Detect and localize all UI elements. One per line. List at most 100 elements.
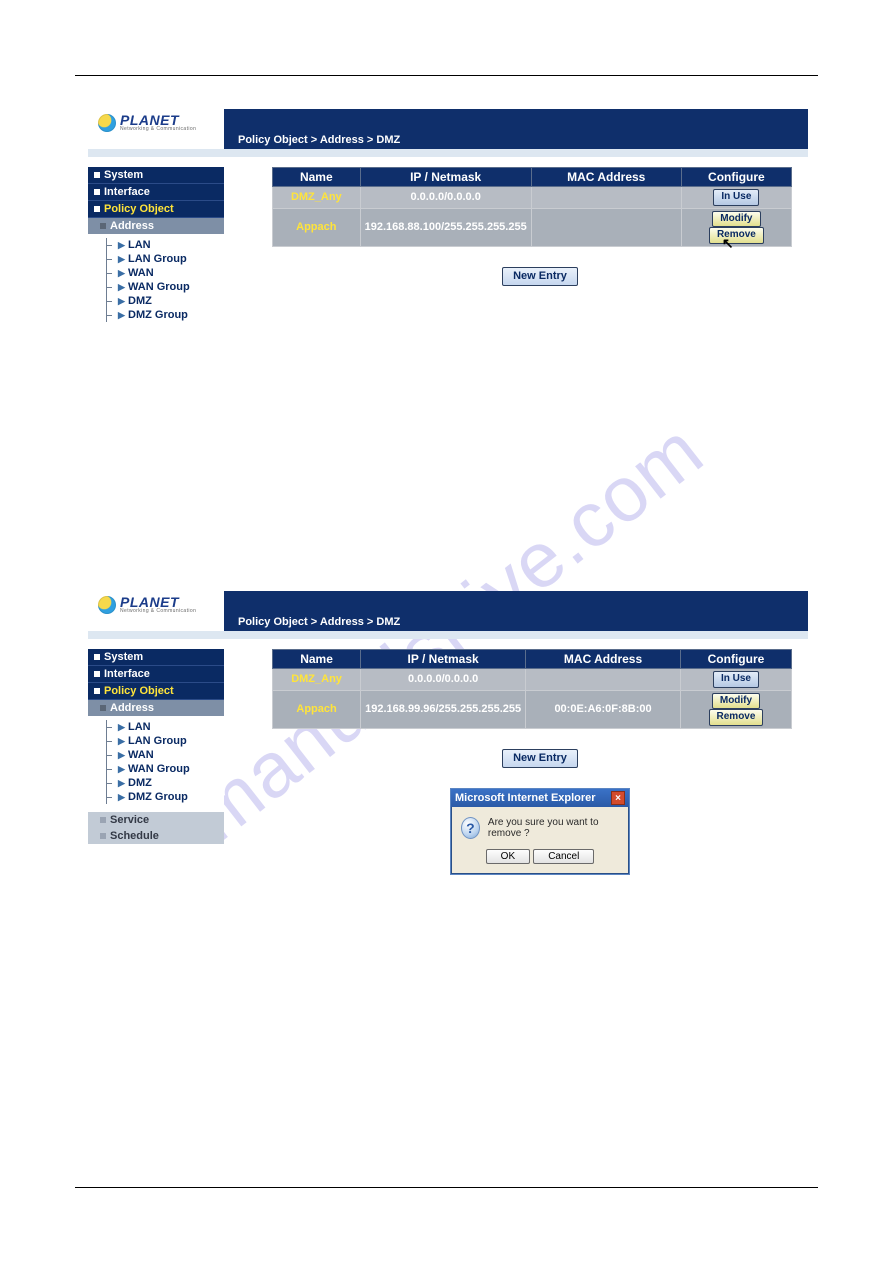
tree-lan-group[interactable]: ▶LAN Group <box>88 734 224 748</box>
breadcrumb: Policy Object > Address > DMZ <box>238 616 400 628</box>
cell-configure: In Use <box>680 669 791 691</box>
close-icon[interactable]: × <box>611 791 625 805</box>
cell-ip: 192.168.99.96/255.255.255.255 <box>361 690 526 728</box>
cancel-button[interactable]: Cancel <box>533 849 594 864</box>
nav-label: Service <box>110 814 149 826</box>
nav-tree: ▶LAN ▶LAN Group ▶WAN ▶WAN Group ▶DMZ ▶DM… <box>88 234 224 330</box>
nav-interface[interactable]: Interface <box>88 184 224 201</box>
sidebar: System Interface Policy Object Address ▶… <box>88 157 224 330</box>
app-header: PLANET Networking & Communication Policy… <box>88 591 808 631</box>
cell-configure: Modify Remove <box>680 690 791 728</box>
header-strip <box>88 149 808 157</box>
tree-dmz[interactable]: ▶DMZ <box>88 294 224 308</box>
screenshot-panel-1: PLANET Networking & Communication Policy… <box>88 109 808 330</box>
new-entry-button[interactable]: New Entry <box>502 267 578 287</box>
remove-button[interactable]: Remove <box>709 227 764 244</box>
nav-address[interactable]: Address <box>88 218 224 234</box>
main-content: Name IP / Netmask MAC Address Configure … <box>224 639 808 875</box>
cell-configure: In Use <box>681 187 791 209</box>
col-name-header: Name <box>273 168 361 187</box>
tree-label: LAN <box>128 239 151 251</box>
in-use-button[interactable]: In Use <box>713 671 759 688</box>
tree-lan-group[interactable]: ▶LAN Group <box>88 252 224 266</box>
cell-configure: Modify Remove ↖ <box>681 208 791 246</box>
tree-wan[interactable]: ▶WAN <box>88 266 224 280</box>
ok-button[interactable]: OK <box>486 849 530 864</box>
table-row: DMZ_Any 0.0.0.0/0.0.0.0 In Use <box>273 187 792 209</box>
cell-mac <box>531 187 681 209</box>
cell-ip: 0.0.0.0/0.0.0.0 <box>360 187 531 209</box>
nav-label: System <box>104 651 143 663</box>
nav-system[interactable]: System <box>88 167 224 184</box>
screenshot-panel-2: PLANET Networking & Communication Policy… <box>88 591 808 875</box>
tree-wan-group[interactable]: ▶WAN Group <box>88 280 224 294</box>
tree-label: DMZ Group <box>128 791 188 803</box>
breadcrumb: Policy Object > Address > DMZ <box>238 134 400 146</box>
globe-icon <box>98 596 116 614</box>
nav-interface[interactable]: Interface <box>88 666 224 683</box>
confirm-dialog: Microsoft Internet Explorer × ? Are you … <box>450 788 630 875</box>
address-table: Name IP / Netmask MAC Address Configure … <box>272 649 792 729</box>
globe-icon <box>98 114 116 132</box>
modify-button[interactable]: Modify <box>712 693 760 710</box>
cell-ip: 192.168.88.100/255.255.255.255 <box>360 208 531 246</box>
cell-name: DMZ_Any <box>273 187 361 209</box>
col-configure-header: Configure <box>681 168 791 187</box>
cell-name: DMZ_Any <box>273 669 361 691</box>
nav-policy-object[interactable]: Policy Object <box>88 201 224 218</box>
cell-ip: 0.0.0.0/0.0.0.0 <box>361 669 526 691</box>
app-header: PLANET Networking & Communication Policy… <box>88 109 808 149</box>
in-use-button[interactable]: In Use <box>713 189 759 206</box>
col-ip-header: IP / Netmask <box>361 650 526 669</box>
brand-name: PLANET <box>120 113 196 127</box>
brand-tagline: Networking & Communication <box>120 127 196 132</box>
dialog-title-text: Microsoft Internet Explorer <box>455 792 596 804</box>
tree-dmz-group[interactable]: ▶DMZ Group <box>88 790 224 804</box>
table-row: Appach 192.168.88.100/255.255.255.255 Mo… <box>273 208 792 246</box>
tree-label: LAN <box>128 721 151 733</box>
col-mac-header: MAC Address <box>531 168 681 187</box>
cell-name: Appach <box>273 690 361 728</box>
cursor-icon: ↖ <box>722 235 734 252</box>
table-row: Appach 192.168.99.96/255.255.255.255 00:… <box>273 690 792 728</box>
dialog-titlebar: Microsoft Internet Explorer × <box>451 789 629 807</box>
brand-logo: PLANET Networking & Communication <box>98 113 196 132</box>
tree-label: WAN <box>128 749 154 761</box>
tree-label: LAN Group <box>128 253 187 265</box>
tree-label: WAN Group <box>128 281 190 293</box>
col-name-header: Name <box>273 650 361 669</box>
cell-mac <box>531 208 681 246</box>
nav-address[interactable]: Address <box>88 700 224 716</box>
nav-label: Address <box>110 220 154 232</box>
nav-schedule[interactable]: Schedule <box>88 828 224 844</box>
tree-dmz[interactable]: ▶DMZ <box>88 776 224 790</box>
tree-wan[interactable]: ▶WAN <box>88 748 224 762</box>
tree-label: DMZ <box>128 295 152 307</box>
table-row: DMZ_Any 0.0.0.0/0.0.0.0 In Use <box>273 669 792 691</box>
nav-system[interactable]: System <box>88 649 224 666</box>
col-ip-header: IP / Netmask <box>360 168 531 187</box>
nav-service[interactable]: Service <box>88 812 224 828</box>
nav-label: System <box>104 169 143 181</box>
cell-mac: 00:0E:A6:0F:8B:00 <box>526 690 681 728</box>
remove-button[interactable]: Remove <box>709 709 764 726</box>
main-content: Name IP / Netmask MAC Address Configure … <box>224 157 808 330</box>
brand-logo: PLANET Networking & Communication <box>98 595 196 614</box>
tree-label: WAN Group <box>128 763 190 775</box>
cell-name: Appach <box>273 208 361 246</box>
nav-label: Interface <box>104 668 150 680</box>
cell-mac <box>526 669 681 691</box>
tree-wan-group[interactable]: ▶WAN Group <box>88 762 224 776</box>
tree-label: DMZ <box>128 777 152 789</box>
nav-label: Policy Object <box>104 685 174 697</box>
nav-policy-object[interactable]: Policy Object <box>88 683 224 700</box>
tree-lan[interactable]: ▶LAN <box>88 720 224 734</box>
tree-lan[interactable]: ▶LAN <box>88 238 224 252</box>
tree-dmz-group[interactable]: ▶DMZ Group <box>88 308 224 322</box>
new-entry-button[interactable]: New Entry <box>502 749 578 769</box>
nav-label: Interface <box>104 186 150 198</box>
nav-tree: ▶LAN ▶LAN Group ▶WAN ▶WAN Group ▶DMZ ▶DM… <box>88 716 224 812</box>
brand-name: PLANET <box>120 595 196 609</box>
modify-button[interactable]: Modify <box>712 211 760 228</box>
nav-label: Policy Object <box>104 203 174 215</box>
